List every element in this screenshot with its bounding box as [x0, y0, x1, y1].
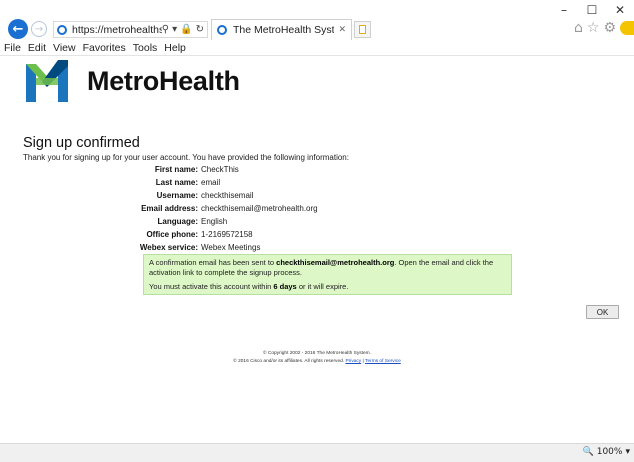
minimize-button[interactable]: –	[550, 2, 578, 18]
page-title: Sign up confirmed	[23, 135, 140, 151]
maximize-button[interactable]: ☐	[578, 2, 606, 18]
footer-cisco: © 2016 Cisco and/or its affiliates. All …	[233, 359, 345, 364]
window-controls: – ☐ ✕	[550, 2, 634, 18]
terms-of-service-link[interactable]: Terms of Service	[365, 359, 401, 364]
notice-email-sent: A confirmation email has been sent to ch…	[149, 258, 506, 277]
info-label: Email address:	[141, 204, 198, 213]
intro-text: Thank you for signing up for your user a…	[23, 153, 349, 162]
refresh-icon[interactable]: ↻	[196, 24, 204, 35]
info-label: Last name:	[155, 178, 198, 187]
menu-tools[interactable]: Tools	[133, 42, 158, 54]
notice-email: checkthisemail@metrohealth.org	[276, 258, 395, 267]
close-window-button[interactable]: ✕	[606, 2, 634, 18]
zoom-icon: 🔍	[582, 447, 594, 457]
tab-close-icon[interactable]: ✕	[338, 25, 346, 35]
address-text[interactable]: https://metrohealthsy...	[72, 24, 162, 36]
browser-toolbar-icons: ⌂ ☆ ⚙	[574, 20, 634, 36]
footer-legal: © 2016 Cisco and/or its affiliates. All …	[0, 358, 634, 366]
privacy-link[interactable]: Privacy	[345, 359, 361, 364]
site-favicon-icon	[57, 24, 67, 35]
footer-copyright: © Copyright 2002 - 2016 The MetroHealth …	[263, 351, 371, 356]
info-value: 1-2169572158	[201, 230, 253, 239]
info-value: checkthisemail@metrohealth.org	[201, 204, 318, 213]
menu-bar: File Edit View Favorites Tools Help	[0, 40, 634, 56]
notice-text: or it will expire.	[296, 282, 349, 291]
info-row-first-name: First name: CheckThis	[0, 164, 400, 175]
tab-favicon-icon	[217, 25, 227, 35]
address-bar[interactable]: https://metrohealthsy... ⚲ ▾ 🔒 ↻	[53, 21, 208, 38]
arrow-right-icon: →	[34, 23, 44, 35]
info-row-username: Username: checkthisemail	[0, 190, 400, 201]
address-icons: ⚲ ▾ 🔒 ↻	[162, 24, 207, 35]
info-row-language: Language: English	[0, 216, 400, 227]
notice-days: 6 days	[273, 282, 297, 291]
new-tab-button[interactable]	[354, 21, 371, 38]
info-value: Webex Meetings	[201, 243, 261, 252]
footer: © Copyright 2002 - 2016 The MetroHealth …	[0, 350, 634, 366]
info-label: First name:	[154, 165, 198, 174]
info-value: CheckThis	[201, 165, 239, 174]
menu-file[interactable]: File	[4, 42, 21, 54]
account-info: First name: CheckThis Last name: email U…	[0, 164, 400, 255]
browser-tab[interactable]: The MetroHealth System W... ✕	[211, 19, 352, 40]
info-label: Username:	[156, 191, 198, 200]
info-row-last-name: Last name: email	[0, 177, 400, 188]
info-row-office-phone: Office phone: 1-2169572158	[0, 229, 400, 240]
zoom-level: 100%	[596, 447, 623, 457]
status-bar: 🔍 100% ▾	[0, 443, 634, 462]
home-icon[interactable]: ⌂	[574, 20, 583, 36]
info-label: Webex service:	[139, 243, 198, 252]
info-value: email	[201, 178, 221, 187]
dropdown-icon[interactable]: ▾	[172, 24, 177, 35]
search-icon[interactable]: ⚲	[162, 24, 169, 35]
menu-favorites[interactable]: Favorites	[83, 42, 126, 54]
new-tab-icon	[359, 25, 366, 34]
back-button[interactable]: ←	[8, 19, 28, 39]
confirmation-notice: A confirmation email has been sent to ch…	[143, 254, 512, 295]
notice-text: You must activate this account within	[149, 282, 274, 291]
lock-icon[interactable]: 🔒	[180, 24, 192, 35]
footer-separator: |	[362, 359, 364, 364]
info-label: Language:	[157, 217, 198, 226]
info-label: Office phone:	[146, 230, 198, 239]
info-row-webex-service: Webex service: Webex Meetings	[0, 242, 400, 253]
menu-edit[interactable]: Edit	[28, 42, 46, 54]
favorites-star-icon[interactable]: ☆	[587, 20, 600, 36]
notice-expiry: You must activate this account within 6 …	[149, 282, 506, 292]
metrohealth-logo-icon	[26, 60, 68, 102]
settings-gear-icon[interactable]: ⚙	[603, 20, 616, 36]
forward-button[interactable]: →	[31, 21, 47, 37]
tab-title: The MetroHealth System W...	[233, 24, 335, 36]
ok-button[interactable]: OK	[586, 305, 619, 319]
info-row-email: Email address: checkthisemail@metrohealt…	[0, 203, 400, 214]
browser-chrome: – ☐ ✕ ← → https://metrohealthsy... ⚲ ▾ 🔒…	[0, 0, 634, 40]
brand-name: MetroHealth	[87, 65, 240, 96]
zoom-dropdown-icon[interactable]: ▾	[625, 447, 630, 457]
info-value: checkthisemail	[201, 191, 254, 200]
notice-text: A confirmation email has been sent to	[149, 258, 277, 267]
arrow-left-icon: ←	[12, 21, 24, 37]
feedback-smiley-icon[interactable]	[620, 21, 634, 35]
zoom-control[interactable]: 🔍 100% ▾	[583, 447, 630, 457]
menu-view[interactable]: View	[53, 42, 76, 54]
metrohealth-logo: MetroHealth	[26, 60, 240, 102]
menu-help[interactable]: Help	[164, 42, 186, 54]
info-value: English	[201, 217, 228, 226]
